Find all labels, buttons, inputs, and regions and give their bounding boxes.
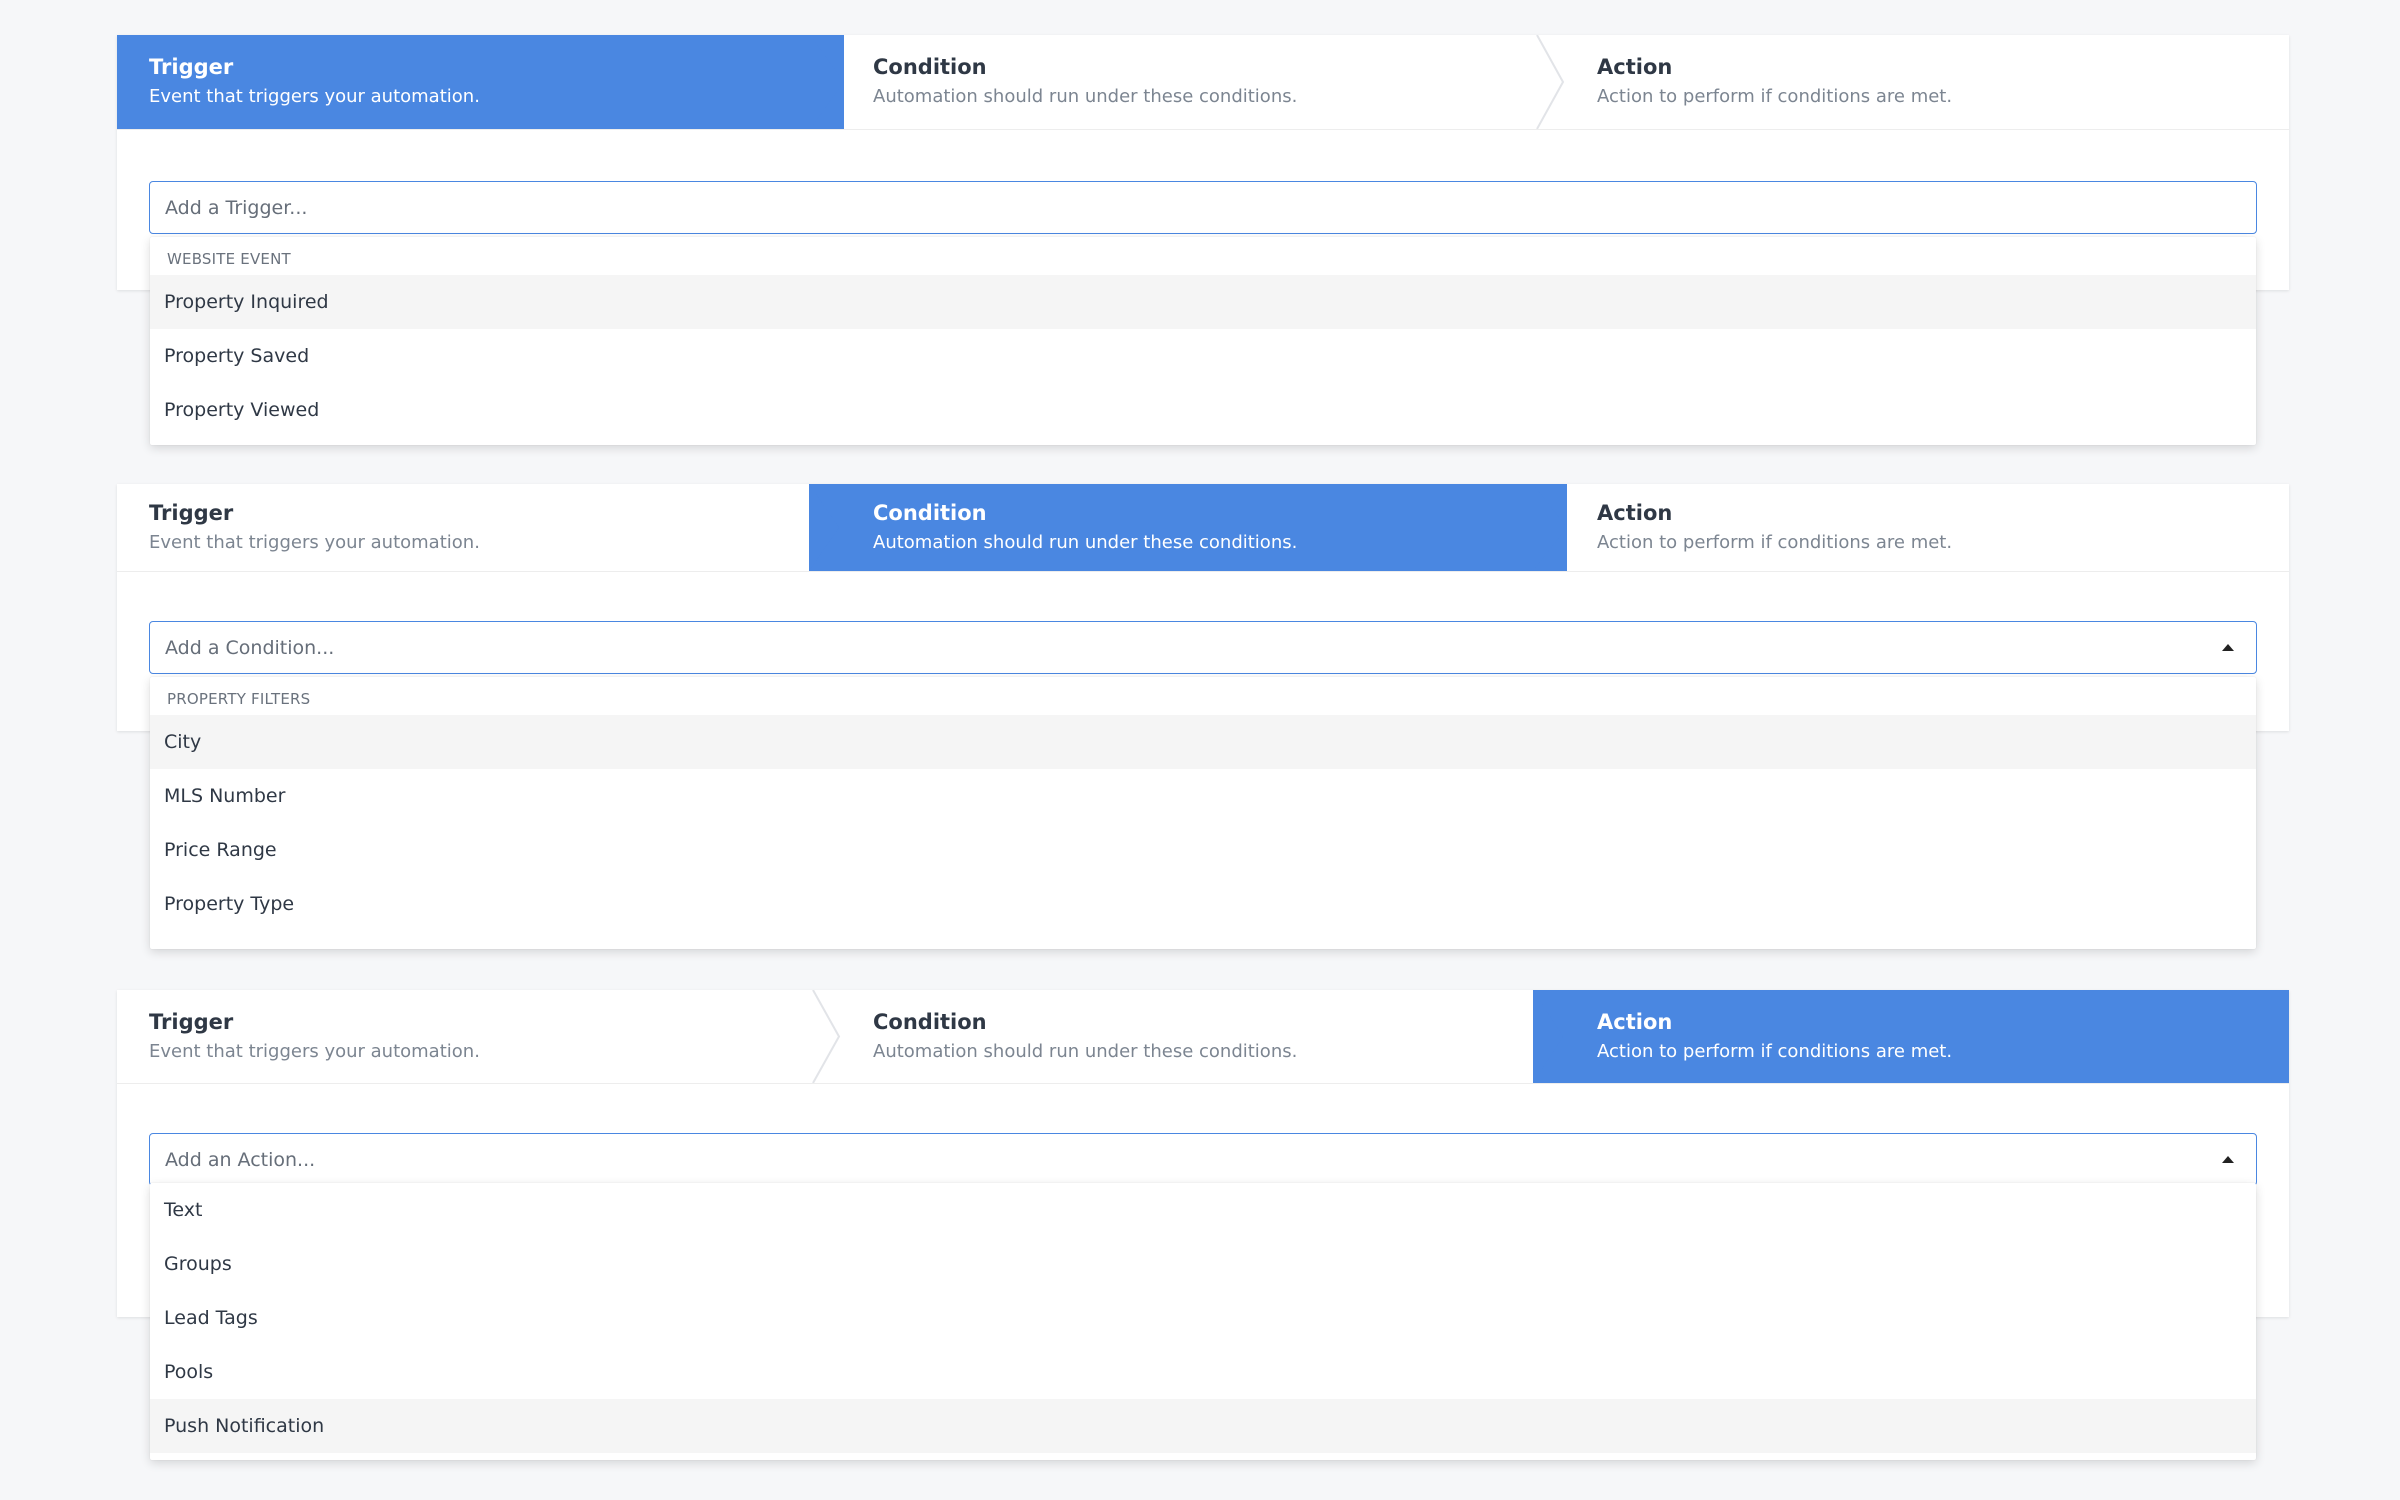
step-action[interactable]: Action Action to perform if conditions a… bbox=[1597, 35, 1952, 129]
step-description: Action to perform if conditions are met. bbox=[1597, 86, 1953, 107]
step-title: Trigger bbox=[149, 1009, 234, 1034]
step-description: Action to perform if conditions are met. bbox=[1597, 531, 1953, 553]
step-bar: Trigger Event that triggers your automat… bbox=[117, 35, 2289, 130]
step-bar: Trigger Event that triggers your automat… bbox=[117, 484, 2289, 572]
step-trigger[interactable]: Trigger Event that triggers your automat… bbox=[149, 484, 480, 571]
trigger-dropdown-menu: WEBSITE EVENT Property Inquired Property… bbox=[150, 237, 2256, 445]
dropdown-option-price-range[interactable]: Price Range bbox=[150, 823, 2256, 877]
step-separator bbox=[1536, 35, 1565, 129]
step-description: Event that triggers your automation. bbox=[149, 86, 480, 107]
caret-up-icon[interactable] bbox=[2222, 643, 2234, 651]
dropdown-option-property-viewed[interactable]: Property Viewed bbox=[150, 383, 2256, 437]
action-search-input[interactable]: Add an Action... bbox=[149, 1133, 2257, 1186]
step-title: Action bbox=[1597, 55, 1673, 79]
step-description: Automation should run under these condit… bbox=[873, 86, 1298, 107]
step-condition[interactable]: Condition Automation should run under th… bbox=[873, 35, 1297, 129]
dropdown-option-property-saved[interactable]: Property Saved bbox=[150, 329, 2256, 383]
condition-search-input[interactable]: Add a Condition... bbox=[149, 621, 2257, 674]
trigger-search-input[interactable]: Add a Trigger... bbox=[149, 181, 2257, 234]
dropdown-option-lead-tags[interactable]: Lead Tags bbox=[150, 1291, 2256, 1345]
dropdown-option-property-inquired[interactable]: Property Inquired bbox=[150, 275, 2256, 329]
step-action[interactable]: Action Action to perform if conditions a… bbox=[1597, 990, 1952, 1083]
step-condition[interactable]: Condition Automation should run under th… bbox=[873, 990, 1297, 1083]
step-description: Action to perform if conditions are met. bbox=[1597, 1040, 1953, 1062]
step-title: Condition bbox=[873, 1009, 987, 1034]
step-title: Trigger bbox=[149, 55, 234, 79]
dropdown-option-mls-number[interactable]: MLS Number bbox=[150, 769, 2256, 823]
input-placeholder: Add a Condition... bbox=[165, 636, 335, 659]
step-description: Event that triggers your automation. bbox=[149, 1040, 480, 1062]
step-description: Event that triggers your automation. bbox=[149, 531, 480, 553]
step-title: Condition bbox=[873, 500, 987, 525]
input-placeholder: Add an Action... bbox=[165, 1148, 316, 1171]
dropdown-option-text[interactable]: Text bbox=[150, 1183, 2256, 1237]
step-title: Action bbox=[1597, 1009, 1673, 1034]
dropdown-group-header: WEBSITE EVENT bbox=[167, 250, 291, 268]
step-trigger[interactable]: Trigger Event that triggers your automat… bbox=[149, 990, 480, 1083]
dropdown-group-header: PROPERTY FILTERS bbox=[167, 690, 311, 708]
dropdown-option-groups[interactable]: Groups bbox=[150, 1237, 2256, 1291]
step-bar: Trigger Event that triggers your automat… bbox=[117, 990, 2289, 1084]
step-title: Condition bbox=[873, 55, 987, 79]
step-trigger[interactable]: Trigger Event that triggers your automat… bbox=[149, 35, 480, 129]
dropdown-option-city[interactable]: City bbox=[150, 715, 2256, 769]
dropdown-option-property-type[interactable]: Property Type bbox=[150, 877, 2256, 931]
dropdown-option-push-notification[interactable]: Push Notification bbox=[150, 1399, 2256, 1453]
step-description: Automation should run under these condit… bbox=[873, 1040, 1298, 1062]
step-condition[interactable]: Condition Automation should run under th… bbox=[873, 484, 1297, 571]
step-title: Action bbox=[1597, 500, 1673, 525]
input-placeholder: Add a Trigger... bbox=[165, 196, 308, 219]
dropdown-option-pools[interactable]: Pools bbox=[150, 1345, 2256, 1399]
step-separator bbox=[812, 990, 841, 1083]
step-action[interactable]: Action Action to perform if conditions a… bbox=[1597, 484, 1952, 571]
step-description: Automation should run under these condit… bbox=[873, 531, 1298, 553]
caret-up-icon[interactable] bbox=[2222, 1155, 2234, 1163]
action-dropdown-menu: Text Groups Lead Tags Pools Push Notific… bbox=[150, 1183, 2256, 1460]
step-title: Trigger bbox=[149, 500, 234, 525]
condition-dropdown-menu: PROPERTY FILTERS City MLS Number Price R… bbox=[150, 677, 2256, 949]
